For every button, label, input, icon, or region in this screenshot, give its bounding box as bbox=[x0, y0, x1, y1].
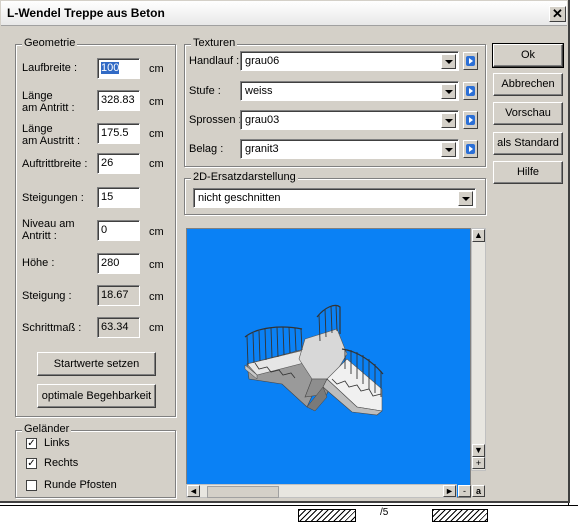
laenge-antritt-label: Länge am Antritt : bbox=[22, 90, 75, 114]
belag-value: granit3 bbox=[245, 143, 279, 155]
steigung-unit: cm bbox=[149, 291, 164, 303]
gelaender-group-label: Geländer bbox=[22, 423, 72, 435]
abbrechen-button[interactable]: Abbrechen bbox=[493, 73, 563, 96]
rechts-checkbox[interactable]: ✓ bbox=[26, 458, 37, 469]
links-label: Links bbox=[44, 437, 70, 449]
ersatz-value: nicht geschnitten bbox=[198, 192, 281, 204]
chevron-down-icon bbox=[441, 54, 456, 69]
play-icon bbox=[466, 144, 475, 154]
runde-pfosten-label: Runde Pfosten bbox=[44, 479, 117, 491]
laufbreite-value: 100 bbox=[101, 62, 120, 74]
niveau-antritt-input[interactable]: 0 bbox=[97, 220, 140, 241]
laenge-austritt-input[interactable]: 175.5 bbox=[97, 123, 140, 144]
handlauf-label: Handlauf : bbox=[189, 55, 240, 67]
zoom-in-button[interactable]: + bbox=[472, 457, 485, 469]
als-standard-button[interactable]: als Standard bbox=[493, 132, 563, 155]
handlauf-value: grau06 bbox=[245, 55, 280, 67]
stufe-label: Stufe : bbox=[189, 85, 221, 97]
steigung-readonly: 18.67 bbox=[97, 285, 140, 306]
schrittmass-unit: cm bbox=[149, 322, 164, 334]
belag-label: Belag : bbox=[189, 143, 224, 155]
stair-preview[interactable] bbox=[186, 228, 471, 498]
scroll-down-button[interactable]: ▼ bbox=[472, 444, 485, 457]
niveau-antritt-label: Niveau am Antritt : bbox=[22, 218, 75, 242]
links-checkbox[interactable]: ✓ bbox=[26, 438, 37, 449]
preview-horizontal-scrollbar[interactable]: ◄ ► bbox=[186, 484, 457, 498]
close-button[interactable]: ✕ bbox=[549, 6, 566, 22]
sprossen-value: grau03 bbox=[245, 114, 280, 126]
niveau-antritt-unit: cm bbox=[149, 226, 164, 238]
scroll-right-button[interactable]: ► bbox=[443, 485, 456, 497]
a-button[interactable]: a bbox=[472, 485, 485, 497]
dialog-title: L-Wendel Treppe aus Beton bbox=[7, 6, 165, 20]
laenge-austritt-label: Länge am Austritt : bbox=[22, 123, 81, 147]
zoom-out-button[interactable]: - bbox=[458, 485, 471, 497]
chevron-down-icon bbox=[458, 191, 473, 206]
handlauf-select[interactable]: grau06 bbox=[240, 51, 459, 71]
laenge-antritt-input[interactable]: 328.83 bbox=[97, 90, 140, 111]
background-hatch-1 bbox=[298, 509, 356, 522]
laufbreite-input[interactable]: 100 bbox=[97, 58, 140, 79]
sprossen-select[interactable]: grau03 bbox=[240, 110, 459, 130]
horizontal-scroll-thumb[interactable] bbox=[207, 486, 279, 498]
steigung-label: Steigung : bbox=[22, 290, 72, 302]
laufbreite-unit: cm bbox=[149, 63, 164, 75]
hoehe-label: Höhe : bbox=[22, 257, 55, 269]
hoehe-input[interactable]: 280 bbox=[97, 253, 140, 274]
preview-vertical-scrollbar[interactable]: ▲ ▼ + bbox=[471, 228, 486, 471]
scroll-left-button[interactable]: ◄ bbox=[187, 485, 200, 497]
runde-pfosten-checkbox[interactable] bbox=[26, 480, 37, 491]
laufbreite-label: Laufbreite : bbox=[22, 62, 78, 74]
stufe-select[interactable]: weiss bbox=[240, 81, 459, 101]
ok-button[interactable]: Ok bbox=[492, 43, 564, 68]
belag-texture-button[interactable] bbox=[463, 140, 478, 158]
rechts-label: Rechts bbox=[44, 457, 79, 469]
geometrie-group-label: Geometrie bbox=[22, 37, 78, 49]
stufe-value: weiss bbox=[245, 85, 273, 97]
ersatz-select[interactable]: nicht geschnitten bbox=[193, 188, 476, 208]
laenge-austritt-unit: cm bbox=[149, 128, 164, 140]
chevron-down-icon bbox=[441, 84, 456, 99]
auftrittbreite-unit: cm bbox=[149, 158, 164, 170]
schrittmass-label: Schrittmaß : bbox=[22, 322, 82, 334]
ersatz-group-label: 2D-Ersatzdarstellung bbox=[191, 171, 298, 183]
chevron-down-icon bbox=[441, 142, 456, 157]
hilfe-button[interactable]: Hilfe bbox=[493, 161, 563, 184]
sprossen-label: Sprossen : bbox=[189, 114, 242, 126]
optimale-begehbarkeit-button[interactable]: optimale Begehbarkeit bbox=[37, 384, 156, 408]
handlauf-texture-button[interactable] bbox=[463, 52, 478, 70]
play-icon bbox=[466, 86, 475, 96]
stair-render bbox=[244, 304, 384, 416]
background-hatch-2 bbox=[432, 509, 488, 522]
play-icon bbox=[466, 56, 475, 66]
hoehe-unit: cm bbox=[149, 259, 164, 271]
steigungen-input[interactable]: 15 bbox=[97, 187, 140, 208]
steigungen-label: Steigungen : bbox=[22, 192, 84, 204]
scroll-up-button[interactable]: ▲ bbox=[472, 229, 485, 242]
background-app-strip bbox=[0, 505, 578, 521]
l-wendel-dialog: L-Wendel Treppe aus Beton ✕ Geometrie La… bbox=[0, 0, 570, 503]
auftrittbreite-label: Auftrittbreite : bbox=[22, 158, 88, 170]
vorschau-button[interactable]: Vorschau bbox=[493, 102, 563, 125]
texturen-group-label: Texturen bbox=[191, 37, 238, 49]
laenge-antritt-unit: cm bbox=[149, 96, 164, 108]
belag-select[interactable]: granit3 bbox=[240, 139, 459, 159]
schrittmass-readonly: 63.34 bbox=[97, 317, 140, 338]
startwerte-setzen-button[interactable]: Startwerte setzen bbox=[37, 352, 156, 376]
title-bar: L-Wendel Treppe aus Beton ✕ bbox=[1, 1, 567, 26]
chevron-down-icon bbox=[441, 113, 456, 128]
background-text: /5 bbox=[380, 507, 389, 518]
sprossen-texture-button[interactable] bbox=[463, 111, 478, 129]
play-icon bbox=[466, 115, 475, 125]
stufe-texture-button[interactable] bbox=[463, 82, 478, 100]
auftrittbreite-input[interactable]: 26 bbox=[97, 153, 140, 174]
